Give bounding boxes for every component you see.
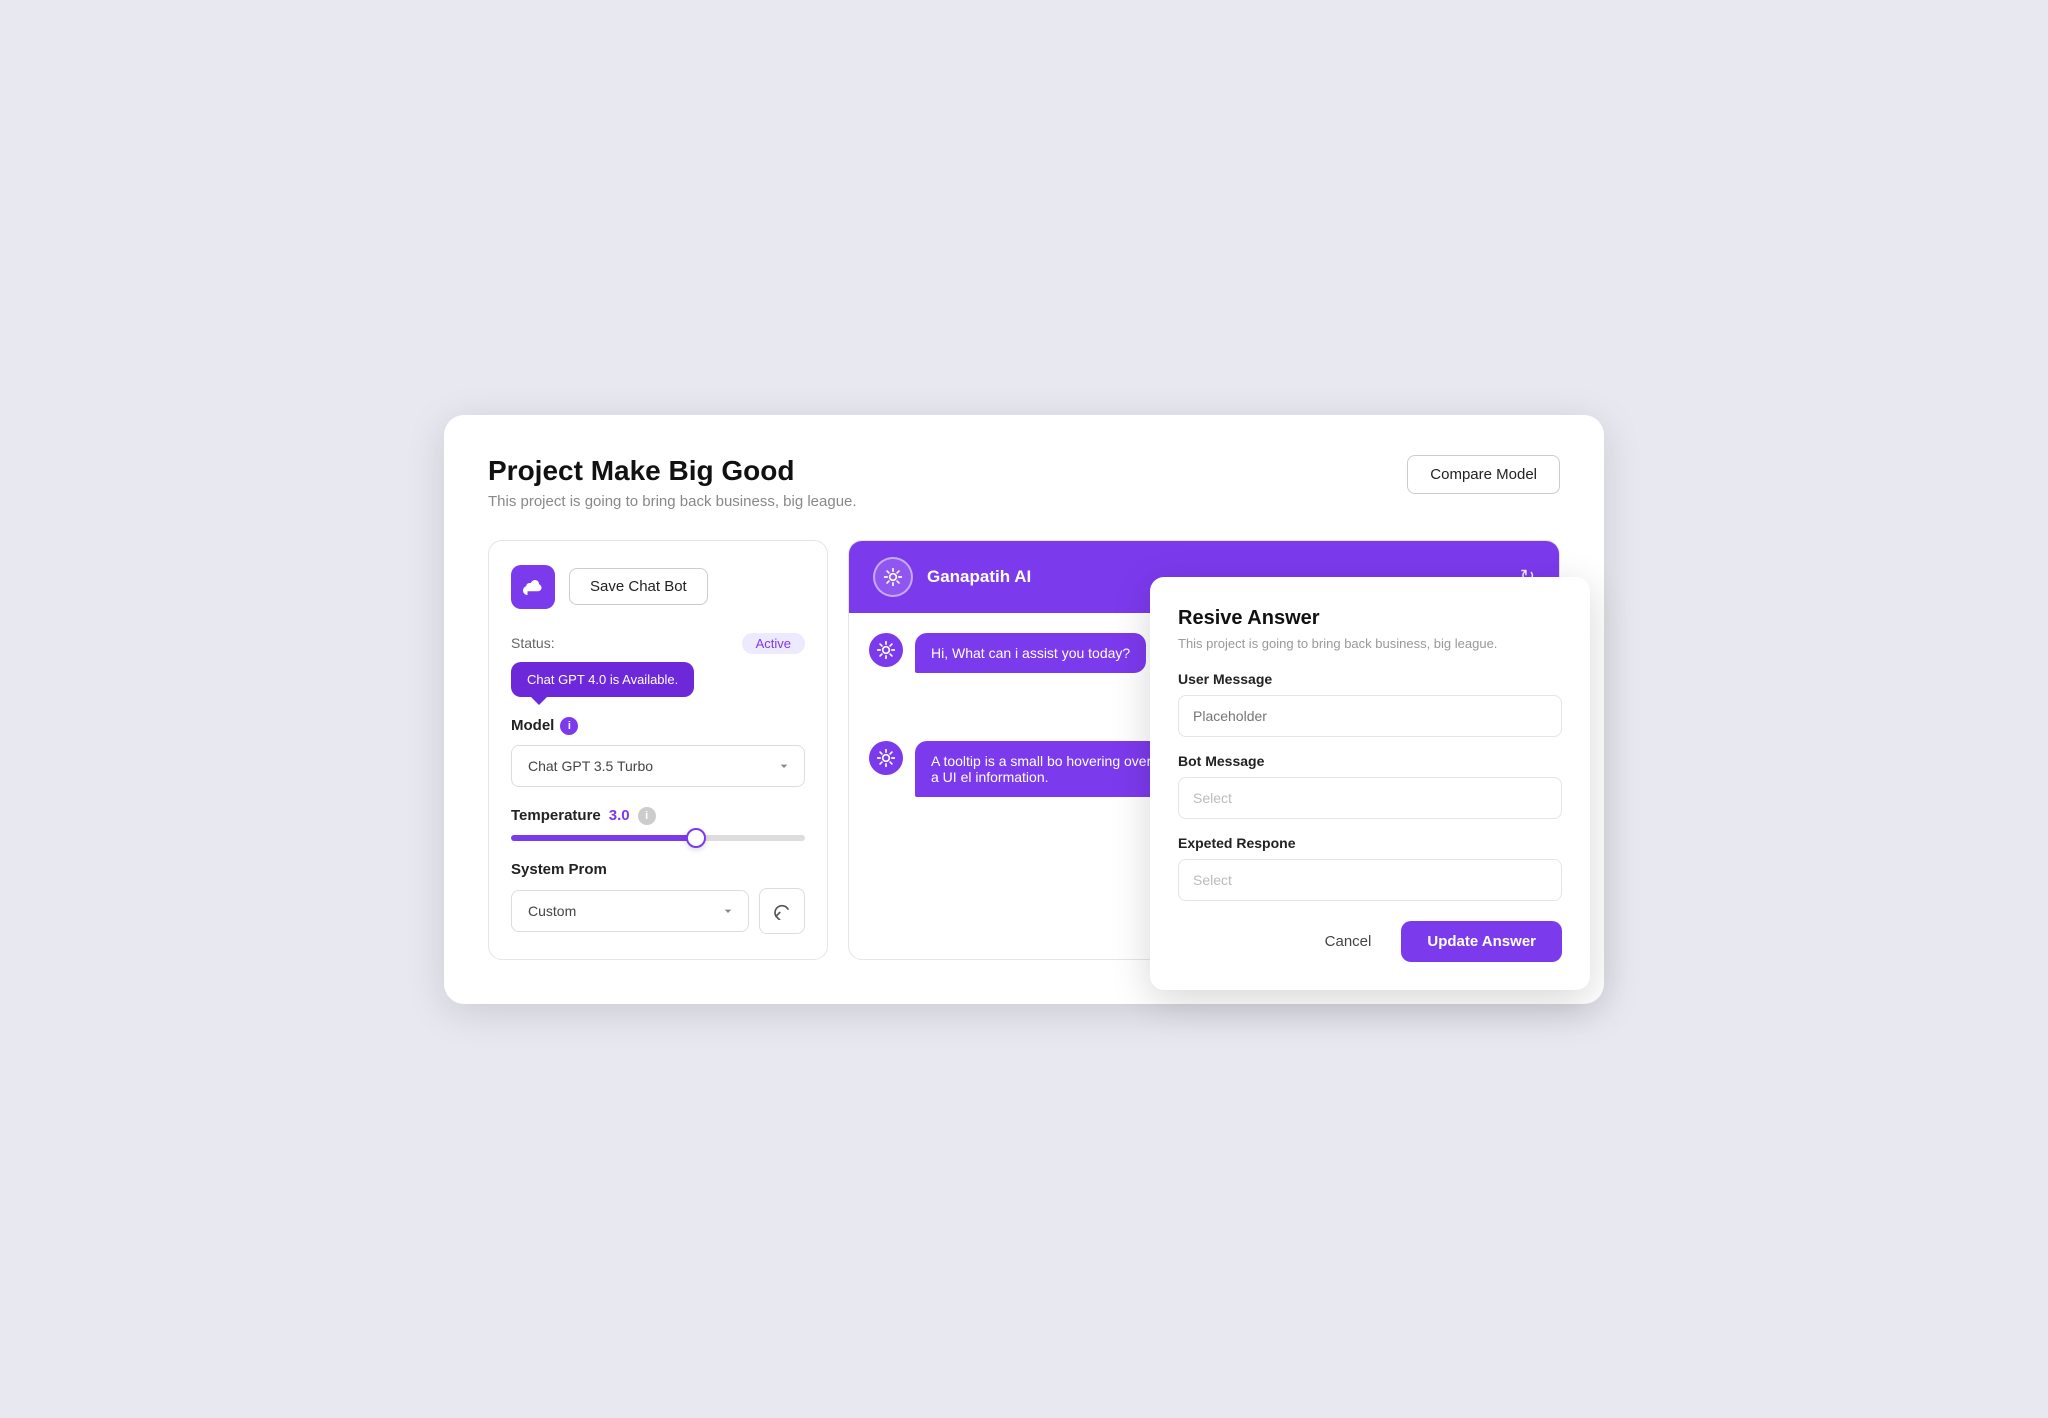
bot-message-select[interactable]: Select (1178, 777, 1562, 819)
content-area: Save Chat Bot Status: Active Chat GPT 4.… (488, 540, 1560, 960)
expected-response-select[interactable]: Select (1178, 859, 1562, 901)
status-row: Status: Active (511, 633, 805, 654)
bot-sun-icon-1 (876, 640, 896, 660)
main-card: Project Make Big Good This project is go… (444, 415, 1604, 1004)
bot-bubble-2: A tooltip is a small bo hovering over a … (915, 741, 1175, 797)
resive-panel-subtitle: This project is going to bring back busi… (1178, 636, 1562, 651)
page-title: Project Make Big Good (488, 455, 857, 487)
header-row: Project Make Big Good This project is go… (488, 455, 1560, 510)
model-select[interactable]: Chat GPT 3.5 Turbo (511, 745, 805, 787)
bot-avatar-2 (869, 741, 903, 775)
system-prom-label: System Prom (511, 861, 805, 878)
sun-icon (883, 567, 903, 587)
chat-header-left: Ganapatih AI (873, 557, 1031, 597)
left-panel-top: Save Chat Bot (511, 565, 805, 609)
redirect-button[interactable] (759, 888, 805, 934)
chat-bot-avatar (873, 557, 913, 597)
left-panel: Save Chat Bot Status: Active Chat GPT 4.… (488, 540, 828, 960)
model-label: Model i (511, 717, 805, 735)
active-badge: Active (742, 633, 805, 654)
project-info: Project Make Big Good This project is go… (488, 455, 857, 510)
temperature-info-icon[interactable]: i (638, 807, 656, 825)
cloud-icon (511, 565, 555, 609)
cloud-svg-icon (521, 575, 545, 599)
temperature-value: 3.0 (609, 807, 630, 824)
system-prom-select[interactable]: Custom (511, 890, 749, 932)
bot-avatar-1 (869, 633, 903, 667)
tooltip-popup: Chat GPT 4.0 is Available. (511, 662, 694, 697)
compare-model-button[interactable]: Compare Model (1407, 455, 1560, 494)
temperature-row: Temperature 3.0 i (511, 807, 805, 825)
temperature-slider-track (511, 835, 805, 841)
resive-footer: Cancel Update Answer (1178, 921, 1562, 962)
update-answer-button[interactable]: Update Answer (1401, 921, 1562, 962)
bot-bubble-1: Hi, What can i assist you today? (915, 633, 1146, 673)
project-subtitle: This project is going to bring back busi… (488, 493, 857, 510)
chat-bot-name: Ganapatih AI (927, 567, 1031, 587)
user-message-label: User Message (1178, 671, 1562, 687)
save-chatbot-button[interactable]: Save Chat Bot (569, 568, 708, 605)
resive-answer-panel: Resive Answer This project is going to b… (1150, 577, 1590, 990)
system-select-wrap: Custom (511, 890, 749, 932)
redirect-icon (773, 902, 791, 920)
resive-panel-title: Resive Answer (1178, 607, 1562, 630)
temperature-slider-thumb[interactable] (686, 828, 706, 848)
expected-response-label: Expeted Respone (1178, 835, 1562, 851)
system-prom-row: Custom (511, 888, 805, 934)
user-message-input[interactable] (1178, 695, 1562, 737)
model-info-icon[interactable]: i (560, 717, 578, 735)
bot-sun-icon-2 (876, 748, 896, 768)
bot-message-label: Bot Message (1178, 753, 1562, 769)
cancel-button[interactable]: Cancel (1307, 921, 1390, 962)
temperature-label: Temperature (511, 807, 601, 824)
status-label: Status: (511, 635, 555, 651)
